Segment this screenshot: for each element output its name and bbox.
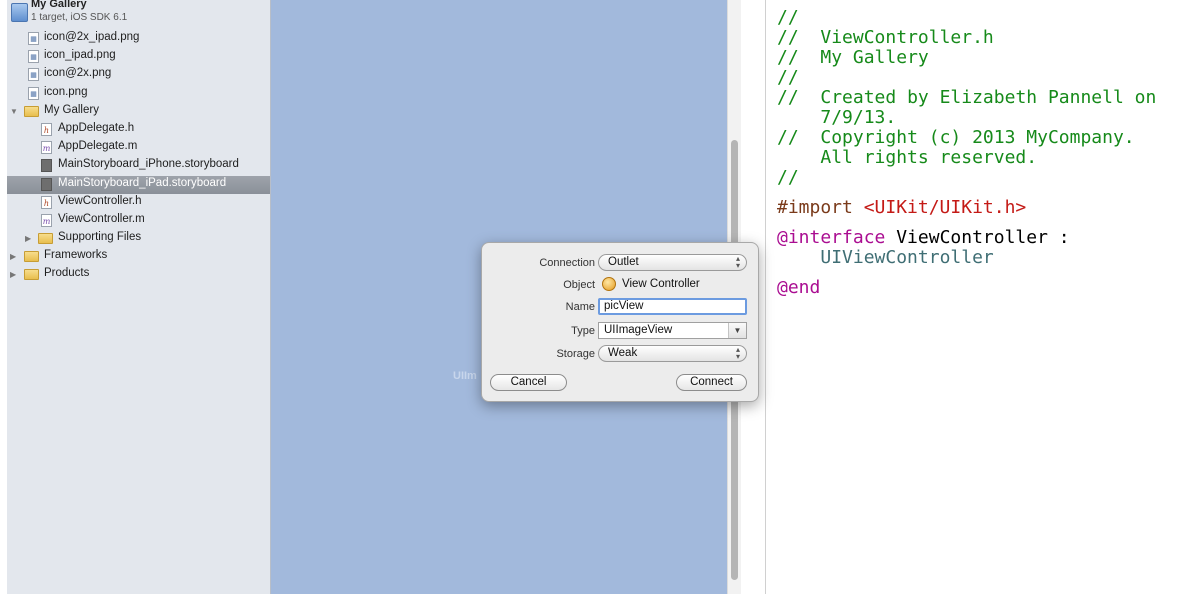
name-field[interactable]: picView [598,298,747,315]
code-line: // [777,167,799,188]
file-label: ViewController.h [58,194,142,207]
cancel-button[interactable]: Cancel [490,374,567,391]
group-label: My Gallery [44,103,99,116]
popup-arrows-icon: ▴ ▾ [735,345,740,361]
created-comment: Created by Elizabeth Pannell on [820,87,1157,108]
disclosure-open-icon[interactable]: ▼ [10,107,18,116]
file-label: MainStoryboard_iPhone.storyboard [58,158,239,171]
file-label: icon.png [44,85,88,98]
disclosure-closed-icon[interactable]: ▶ [10,252,16,261]
file-item-appdelegate-m[interactable]: m AppDelegate.m [7,139,270,157]
chevron-down-icon[interactable]: ▼ [728,323,746,338]
storage-popup[interactable]: Weak ▴ ▾ [598,345,747,362]
image-file-icon: ▦ [28,86,39,100]
created-date-comment: 7/9/13. [820,107,897,128]
object-row: Object View Controller [482,275,758,295]
storyboard-file-icon [41,159,52,173]
project-name: My Gallery [31,0,87,10]
project-comment: My Gallery [820,47,929,68]
group-products[interactable]: ▶ Products [7,266,270,284]
connection-label: Connection [539,257,595,269]
view-controller-icon [602,277,616,291]
code-line: // Copyright (c) 2013 MyCompany. [777,127,1135,148]
connection-popup[interactable]: Outlet ▴ ▾ [598,254,747,271]
superclass-line: UIViewController [820,247,994,268]
code-line: // [777,7,799,28]
outlet-connection-popover: Connection Outlet ▴ ▾ Object View Control… [481,242,759,402]
group-label: Supporting Files [58,231,142,244]
header-file-icon: h [41,195,52,209]
project-navigator: My Gallery 1 target, iOS SDK 6.1 ▦ icon@… [7,0,271,594]
name-label: Name [565,301,595,313]
folder-icon [24,105,39,117]
group-my-gallery[interactable]: ▼ My Gallery [7,103,270,121]
code-line: // My Gallery [777,47,929,68]
name-row: Name picView [482,297,758,317]
implementation-file-icon: m [41,141,52,155]
import-line: #import <UIKit/UIKit.h> [777,197,1027,218]
project-icon [11,3,28,22]
object-value: View Controller [598,276,747,293]
disclosure-closed-icon[interactable]: ▶ [10,270,16,279]
disclosure-closed-icon[interactable]: ▶ [25,234,31,243]
code-line: // Created by Elizabeth Pannell on [777,87,1157,108]
filename-comment: ViewController.h [820,27,994,48]
implementation-file-icon: m [41,213,52,227]
interface-line: @interface ViewController : [777,227,1070,248]
file-item-icon[interactable]: ▦ icon.png [7,85,270,103]
storyboard-file-icon [41,177,52,191]
file-item-storyboard-ipad[interactable]: MainStoryboard_iPad.storyboard [7,175,270,194]
code-editor[interactable]: // // ViewController.h // My Gallery // … [777,8,1203,298]
group-supporting-files[interactable]: ▶ Supporting Files [7,230,270,248]
project-header[interactable]: My Gallery 1 target, iOS SDK 6.1 [7,0,270,30]
type-combo-box[interactable]: UIImageView ▼ [598,322,747,339]
group-label: Frameworks [44,249,108,262]
file-label: AppDelegate.h [58,121,135,134]
header-file-icon: h [41,122,52,136]
code-line: All rights reserved. [777,148,1203,168]
file-item-storyboard-iphone[interactable]: MainStoryboard_iPhone.storyboard [7,157,270,175]
file-item-icon-2x-ipad[interactable]: ▦ icon@2x_ipad.png [7,30,270,48]
code-line: // ViewController.h [777,27,994,48]
file-item-viewcontroller-h[interactable]: h ViewController.h [7,194,270,212]
file-label: icon@2x.png [44,67,112,80]
folder-icon [24,251,39,263]
copyright-comment: Copyright (c) 2013 MyCompany. [820,127,1135,148]
file-item-icon-2x[interactable]: ▦ icon@2x.png [7,66,270,84]
project-subtitle: 1 target, iOS SDK 6.1 [31,12,128,23]
popup-arrows-icon: ▴ ▾ [735,254,740,270]
image-view-placeholder-label: UIIm [453,370,477,382]
file-label: icon@2x_ipad.png [44,31,140,43]
file-item-icon-ipad[interactable]: ▦ icon_ipad.png [7,48,270,66]
file-label: ViewController.m [58,212,145,225]
file-item-viewcontroller-m[interactable]: m ViewController.m [7,212,270,230]
code-line: // [777,67,799,88]
type-label: Type [571,325,595,337]
rights-comment: All rights reserved. [820,147,1038,168]
connection-row: Connection Outlet ▴ ▾ [482,253,758,273]
storage-label: Storage [556,348,595,360]
file-label: icon_ipad.png [44,49,116,62]
storage-row: Storage Weak ▴ ▾ [482,344,758,364]
connect-button[interactable]: Connect [676,374,747,391]
folder-icon [24,269,39,281]
end-line: @end [777,277,821,298]
type-row: Type UIImageView ▼ [482,321,758,341]
file-item-appdelegate-h[interactable]: h AppDelegate.h [7,121,270,139]
file-label: MainStoryboard_iPad.storyboard [58,176,227,189]
image-file-icon: ▦ [28,32,39,45]
image-file-icon: ▦ [28,50,39,64]
object-label: Object [563,279,595,291]
group-label: Products [44,267,90,280]
group-frameworks[interactable]: ▶ Frameworks [7,248,270,266]
folder-icon [38,233,53,245]
code-line: 7/9/13. [777,108,1203,128]
file-label: AppDelegate.m [58,140,138,153]
image-file-icon: ▦ [28,68,39,82]
